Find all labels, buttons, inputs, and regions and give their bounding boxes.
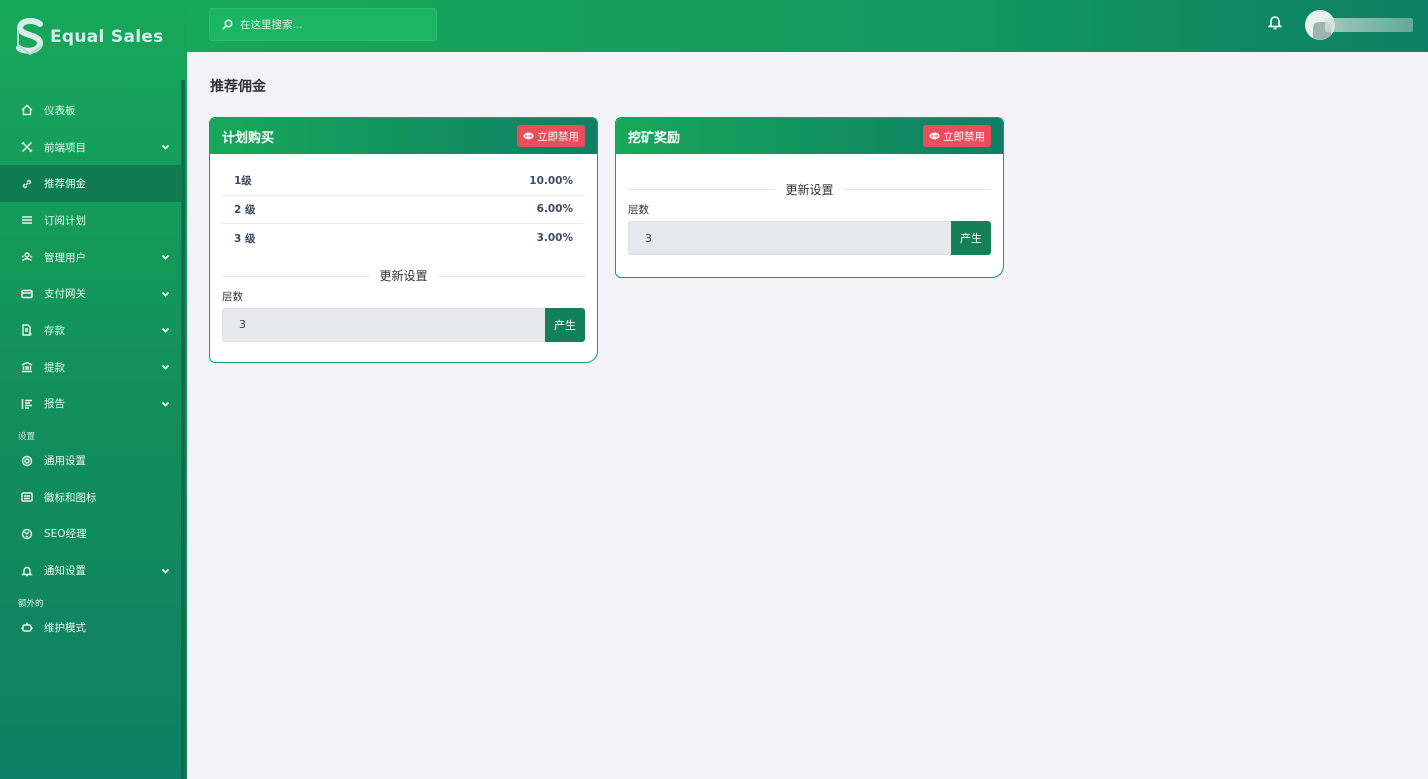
link-icon <box>20 177 33 190</box>
chevron-down-icon <box>161 363 170 372</box>
table-row: 1级 10.00% <box>222 167 585 196</box>
user-menu[interactable] <box>1305 10 1415 42</box>
levels-field-label: 层数 <box>628 204 649 216</box>
report-icon <box>20 397 33 410</box>
table-row: 2 级 6.00% <box>222 196 585 224</box>
card-header: 计划购买 立即禁用 <box>210 118 597 154</box>
sidebar-item-notification-settings[interactable]: 通知设置 <box>0 552 182 589</box>
deposit-icon <box>20 324 33 337</box>
sidebar-item-label: 订阅计划 <box>44 214 86 227</box>
update-settings-label: 更新设置 <box>775 180 844 198</box>
mining-reward-card: 挖矿奖励 立即禁用 更新设置 层数 产生 <box>615 117 1004 278</box>
sidebar-item-plans[interactable]: 订阅计划 <box>0 202 182 239</box>
globe-icon <box>20 527 33 540</box>
sidebar-item-label: 通用设置 <box>44 455 86 468</box>
chevron-down-icon <box>161 566 170 575</box>
sidebar-item-label: 存款 <box>44 324 65 337</box>
sidebar-item-label: 徽标和图标 <box>44 491 97 504</box>
robot-icon <box>20 621 33 634</box>
sidebar-item-label: 支付网关 <box>44 288 86 301</box>
sidebar-item-label: 推荐佣金 <box>44 178 86 191</box>
sidebar-item-label: 仪表板 <box>44 104 76 117</box>
disable-now-button[interactable]: 立即禁用 <box>923 125 991 147</box>
topbar <box>187 0 1428 52</box>
sidebar-item-general-settings[interactable]: 通用设置 <box>0 442 182 479</box>
chevron-down-icon <box>161 289 170 298</box>
level-name: 2 级 <box>234 203 256 216</box>
generate-button[interactable]: 产生 <box>545 307 585 342</box>
update-settings-label: 更新设置 <box>369 267 438 284</box>
chevron-down-icon <box>161 326 170 335</box>
sidebar: Equal Sales 仪表板 前端项目 推荐佣金 订阅计划 管理用户 支付网关 <box>0 0 187 779</box>
update-settings-divider: 更新设置 <box>628 180 991 198</box>
sidebar-item-users[interactable]: 管理用户 <box>0 239 182 276</box>
sidebar-item-deposits[interactable]: 存款 <box>0 312 182 349</box>
eye-slash-icon <box>929 132 940 140</box>
level-name: 1级 <box>234 175 252 188</box>
sidebar-item-label: 管理用户 <box>44 251 86 264</box>
sidebar-item-label: 报告 <box>44 398 65 411</box>
brand-logo[interactable]: Equal Sales <box>14 18 164 56</box>
level-name: 3 级 <box>234 232 256 245</box>
sidebar-section-settings: 设置 <box>18 432 36 443</box>
notification-bell-icon[interactable] <box>1267 14 1283 30</box>
sidebar-item-reports[interactable]: 报告 <box>0 386 182 423</box>
commission-level-table: 1级 10.00% 2 级 6.00% 3 级 3.00% <box>222 167 585 253</box>
chevron-down-icon <box>161 143 170 152</box>
levels-field-group: 产生 <box>628 221 991 255</box>
sidebar-item-seo[interactable]: SEO经理 <box>0 516 182 553</box>
sidebar-item-dashboard[interactable]: 仪表板 <box>0 92 182 129</box>
sidebar-item-logo-icons[interactable]: 徽标和图标 <box>0 479 182 516</box>
disable-now-button[interactable]: 立即禁用 <box>517 125 585 147</box>
tools-icon <box>20 141 33 154</box>
plan-purchase-card: 计划购买 立即禁用 1级 10.00% 2 级 6.00% 3 级 3.00% … <box>209 117 598 363</box>
bank-icon <box>20 361 33 374</box>
home-icon <box>20 104 33 117</box>
disable-now-label: 立即禁用 <box>943 130 985 143</box>
search-icon <box>222 19 233 30</box>
levels-field-label: 层数 <box>222 290 243 303</box>
generate-button[interactable]: 产生 <box>951 221 991 255</box>
sidebar-item-label: SEO经理 <box>44 528 87 541</box>
sidebar-item-label: 提款 <box>44 361 65 374</box>
update-settings-divider: 更新设置 <box>222 267 585 285</box>
search-input[interactable] <box>240 18 420 31</box>
card-title: 挖矿奖励 <box>628 130 681 146</box>
levels-input[interactable] <box>222 307 545 342</box>
image-icon <box>20 491 33 504</box>
disable-now-label: 立即禁用 <box>537 130 579 143</box>
search-box[interactable] <box>209 8 437 41</box>
user-name-blurred[interactable] <box>1325 18 1413 32</box>
card-icon <box>20 287 33 300</box>
levels-field-group: 产生 <box>222 307 585 342</box>
sidebar-section-extra: 额外的 <box>18 598 44 609</box>
sidebar-item-gateways[interactable]: 支付网关 <box>0 275 182 312</box>
sidebar-item-label: 通知设置 <box>44 565 86 578</box>
gear-icon <box>20 454 33 467</box>
page-title: 推荐佣金 <box>210 79 266 95</box>
level-percent: 3.00% <box>536 232 573 245</box>
chevron-down-icon <box>161 253 170 262</box>
sidebar-item-frontend[interactable]: 前端项目 <box>0 129 182 166</box>
eye-slash-icon <box>523 132 534 140</box>
sidebar-item-label: 前端项目 <box>44 141 86 154</box>
card-header: 挖矿奖励 立即禁用 <box>616 118 1003 154</box>
sidebar-nav: 仪表板 前端项目 推荐佣金 订阅计划 管理用户 支付网关 存款 提款 报告 设置… <box>0 92 182 646</box>
sidebar-item-referral[interactable]: 推荐佣金 <box>0 165 182 203</box>
sidebar-item-withdrawals[interactable]: 提款 <box>0 349 182 386</box>
card-title: 计划购买 <box>222 130 275 146</box>
users-icon <box>20 251 33 264</box>
chevron-down-icon <box>161 399 170 408</box>
levels-input[interactable] <box>628 221 951 255</box>
bell-icon <box>20 564 33 577</box>
brand-name: Equal Sales <box>50 27 164 47</box>
table-row: 3 级 3.00% <box>222 224 585 253</box>
sidebar-item-label: 维护模式 <box>44 621 86 634</box>
level-percent: 6.00% <box>536 203 573 216</box>
list-icon <box>20 214 33 227</box>
sidebar-item-maintenance[interactable]: 维护模式 <box>0 609 182 646</box>
logo-s-icon <box>16 18 44 56</box>
level-percent: 10.00% <box>529 174 573 187</box>
